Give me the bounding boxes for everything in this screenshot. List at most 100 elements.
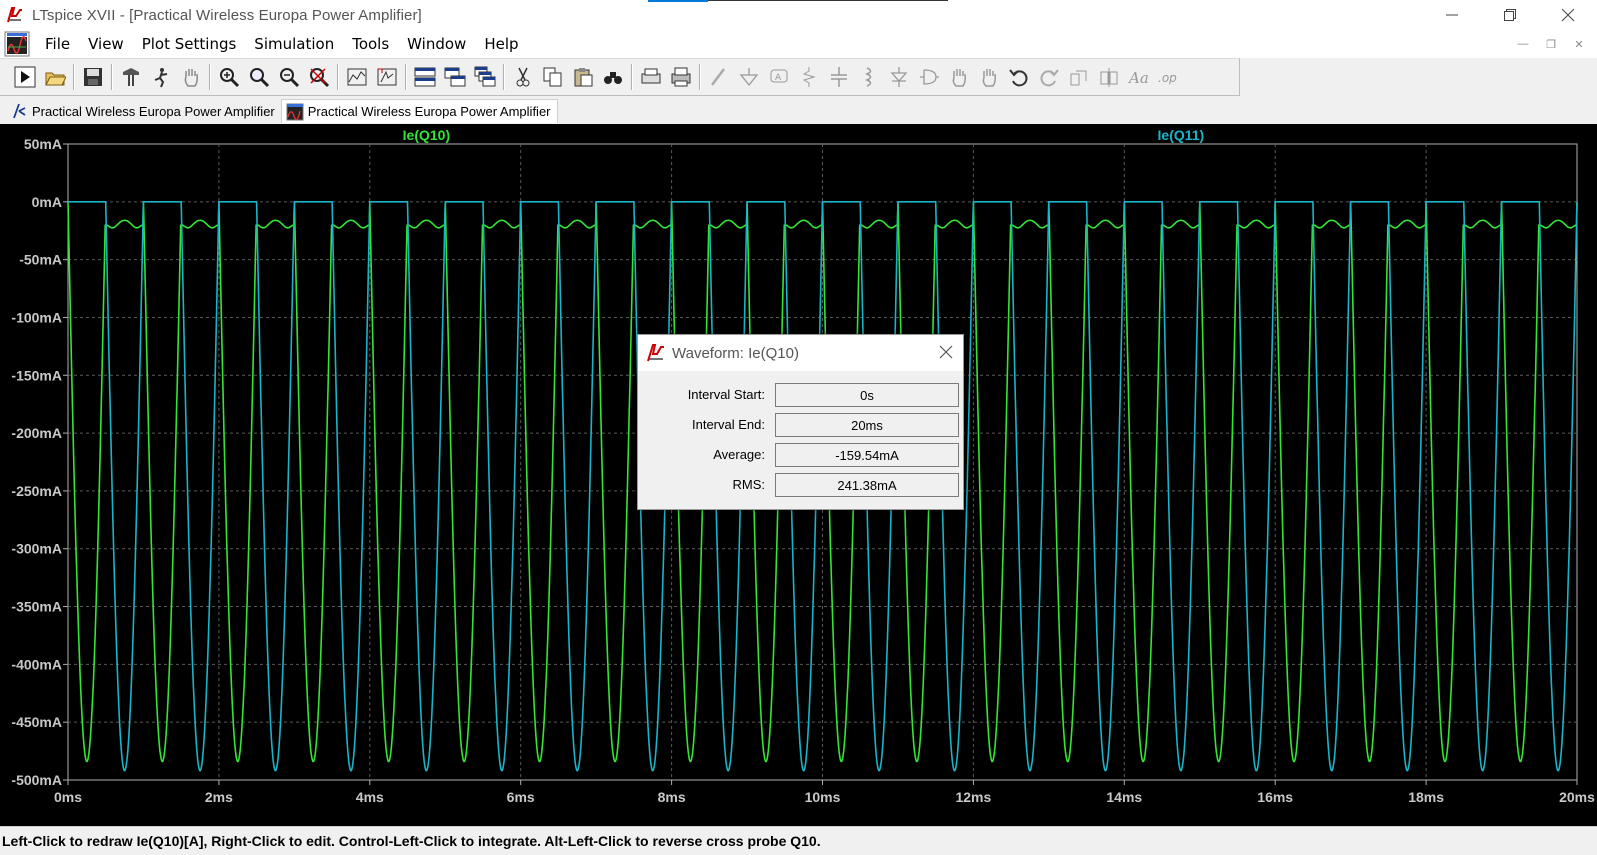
waveform-document-icon[interactable] [4,31,30,57]
zoom-in-button[interactable] [244,62,274,92]
wire-button[interactable] [704,62,734,92]
title-accent-line [648,0,708,2]
pan-button[interactable] [176,62,206,92]
close-button[interactable] [1539,0,1597,30]
control-panel-button[interactable] [116,62,146,92]
label-button[interactable]: A [764,62,794,92]
control-panel-icon [123,68,139,86]
dialog-title: Waveform: Ie(Q10) [672,344,799,362]
x-tick-label: 16ms [1257,789,1293,805]
zoom-fit-button[interactable] [304,62,334,92]
menu-tools[interactable]: Tools [343,35,398,53]
x-tick-label: 4ms [356,789,384,805]
copy-button[interactable] [538,62,568,92]
tab-label: Practical Wireless Europa Power Amplifie… [32,103,275,119]
resistor-icon [802,67,816,87]
close-icon [1561,8,1575,22]
toolbar-separator [405,64,407,90]
manual-limits-button[interactable] [372,62,402,92]
zoom-out-button[interactable] [274,62,304,92]
close-icon [939,345,953,359]
halt-button[interactable] [146,62,176,92]
window-title: LTspice XVII - [Practical Wireless Europ… [32,6,422,24]
mirror-button[interactable] [1094,62,1124,92]
mdi-restore-button[interactable]: ❐ [1537,38,1565,51]
menu-view[interactable]: View [79,35,133,53]
zoom-area-icon [220,68,240,88]
tile-horizontal-button[interactable] [410,62,440,92]
menu-simulation[interactable]: Simulation [245,35,343,53]
capacitor-button[interactable] [824,62,854,92]
toolbar-separator [699,64,701,90]
menu-file[interactable]: File [36,35,79,53]
tile-vertical-button[interactable] [440,62,470,92]
move-button[interactable] [944,62,974,92]
cut-button[interactable] [508,62,538,92]
rms-value: 241.38mA [775,473,959,497]
autorange-button[interactable] [342,62,372,92]
interval-start-row: Interval Start: 0s [638,383,963,407]
run-icon [14,66,36,88]
tab-waveform[interactable]: Practical Wireless Europa Power Amplifie… [280,99,558,123]
diode-icon [890,67,908,87]
tile-horizontal-icon [414,67,436,87]
minimize-button[interactable] [1423,0,1481,30]
inductor-button[interactable] [854,62,884,92]
tab-label: Practical Wireless Europa Power Amplifie… [307,104,551,119]
toolbar-separator [73,64,75,90]
menu-bar: File View Plot Settings Simulation Tools… [0,30,1597,58]
resistor-button[interactable] [794,62,824,92]
status-text: Left-Click to redraw Ie(Q10)[A], Right-C… [2,833,821,849]
svg-text:Aa: Aa [1128,69,1149,87]
y-tick-label: -200mA [11,425,62,441]
interval-start-field[interactable]: 0s [775,383,959,407]
tile-vertical-icon [444,67,466,87]
menu-plot-settings[interactable]: Plot Settings [133,35,246,53]
y-tick-label: -50mA [19,252,62,268]
y-tick-label: -250mA [11,483,62,499]
mdi-minimize-button[interactable]: — [1509,38,1537,50]
redo-button[interactable] [1034,62,1064,92]
drag-button[interactable] [974,62,1004,92]
print-button[interactable] [666,62,696,92]
zoom-area-button[interactable] [214,62,244,92]
toolbar-separator [209,64,211,90]
dialog-title-bar[interactable]: Waveform: Ie(Q10) [638,335,963,371]
menu-help[interactable]: Help [475,35,527,53]
title-divider-line [708,0,948,1]
find-button[interactable] [598,62,628,92]
print-preview-button[interactable] [636,62,666,92]
spice-directive-button[interactable]: .op [1154,62,1184,92]
tab-schematic[interactable]: Practical Wireless Europa Power Amplifie… [6,99,281,123]
component-button[interactable] [914,62,944,92]
y-tick-label: -350mA [11,599,62,615]
text-button[interactable]: Aa [1124,62,1154,92]
x-tick-label: 10ms [805,789,841,805]
cascade-icon [474,66,496,87]
undo-icon [1009,69,1028,87]
ground-icon [739,68,759,87]
paste-button[interactable] [568,62,598,92]
interval-end-label: Interval End: [692,417,765,432]
restore-button[interactable] [1481,0,1539,30]
dialog-close-button[interactable] [939,342,953,365]
diode-button[interactable] [884,62,914,92]
undo-button[interactable] [1004,62,1034,92]
label-icon: A [770,69,788,83]
cascade-button[interactable] [470,62,500,92]
x-tick-label: 12ms [955,789,991,805]
mdi-close-button[interactable]: ✕ [1565,38,1593,51]
open-button[interactable] [40,62,70,92]
interval-end-field[interactable]: 20ms [775,413,959,437]
rotate-button[interactable] [1064,62,1094,92]
toolbar-separator [503,64,505,90]
y-tick-label: -500mA [11,772,62,788]
toolbar: A Aa .op [0,58,1240,96]
run-button[interactable] [10,62,40,92]
menu-window[interactable]: Window [398,35,475,53]
minimize-icon [1446,14,1458,16]
save-button[interactable] [78,62,108,92]
y-tick-label: -150mA [11,367,62,383]
status-bar: Left-Click to redraw Ie(Q10)[A], Right-C… [0,826,1597,855]
ground-button[interactable] [734,62,764,92]
